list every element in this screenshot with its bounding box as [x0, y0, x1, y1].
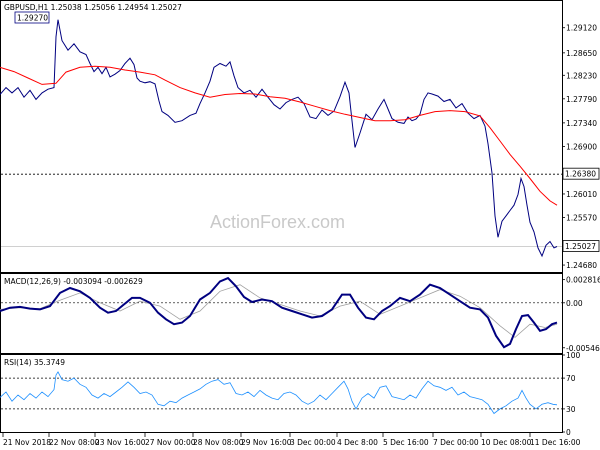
x-tick-label: 27 Nov 00:00	[145, 438, 196, 447]
x-tick-label: 10 Dec 08:00	[481, 438, 532, 447]
x-tick-label: 29 Nov 16:00	[241, 438, 292, 447]
x-tick-label: 5 Dec 16:00	[383, 438, 429, 447]
price-tick-label: 1.28650	[566, 49, 597, 58]
x-tick-label: 7 Dec 00:00	[433, 438, 479, 447]
chart-title: GBPUSD,H1 1.25038 1.25056 1.24954 1.2502…	[4, 3, 182, 12]
price-tick-label: 1.26010	[566, 190, 597, 199]
level-label: 1.26380	[565, 170, 596, 179]
current-price-label: 1.25027	[565, 242, 596, 251]
price-tick-label: 1.28230	[566, 71, 597, 80]
rsi-tick-label: 0	[566, 428, 571, 437]
x-tick-label: 4 Dec 8:00	[337, 438, 378, 447]
rsi-tick-label: 70	[566, 374, 576, 383]
watermark: ActionForex.com	[210, 212, 345, 232]
rsi-tick-label: 100	[566, 351, 581, 360]
x-tick-label: 28 Nov 08:00	[193, 438, 244, 447]
price-tick-label: 1.25570	[566, 213, 597, 222]
rsi-label: RSI(14) 35.3749	[4, 358, 65, 367]
price-tick-label: 1.24680	[566, 261, 597, 270]
price-tick-label: 1.27340	[566, 119, 597, 128]
macd-tick-label: 0.002816	[566, 276, 600, 285]
price-tick-label: 1.27790	[566, 95, 597, 104]
high-annotation: 1.29270	[17, 14, 48, 23]
x-tick-label: 22 Nov 08:00	[49, 438, 100, 447]
x-tick-label: 23 Nov 16:00	[95, 438, 146, 447]
price-tick-label: 1.29120	[566, 24, 597, 33]
macd-label: MACD(12,26,9) -0.003094 -0.002629	[4, 277, 143, 286]
x-tick-label: 21 Nov 2018	[3, 438, 51, 447]
chart-canvas: ActionForex.com GBPUSD,H1 1.25038 1.2505…	[0, 0, 600, 447]
rsi-panel-frame	[0, 354, 563, 433]
rsi-tick-label: 30	[566, 405, 576, 414]
x-tick-label: 3 Dec 00:00	[290, 438, 336, 447]
macd-main-series	[0, 276, 558, 349]
x-tick-label: 11 Dec 16:00	[530, 438, 581, 447]
price-tick-label: 1.26900	[566, 142, 597, 151]
macd-tick-label: 0.00	[566, 299, 583, 308]
moving-average-series	[0, 65, 558, 206]
